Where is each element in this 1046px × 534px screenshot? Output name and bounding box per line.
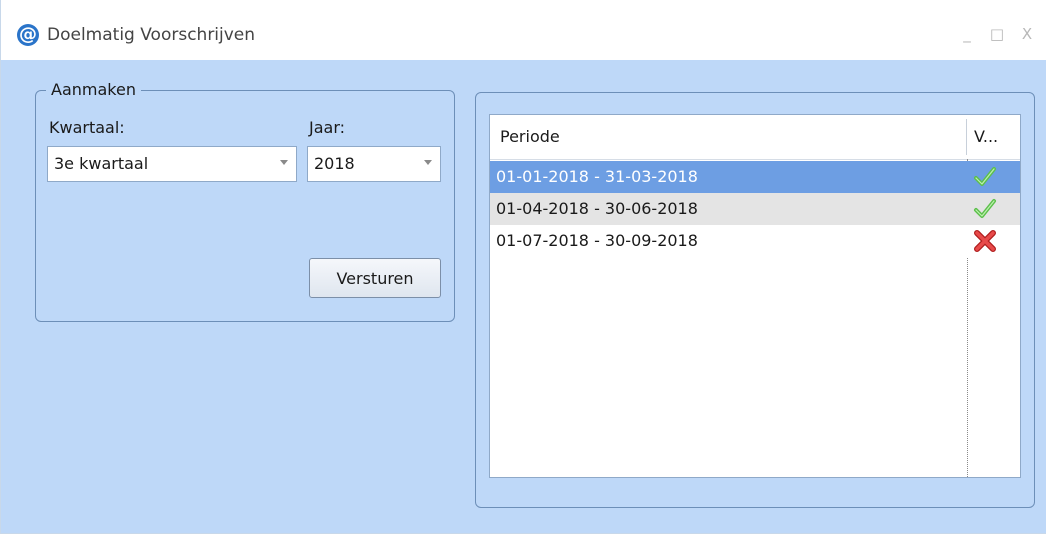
check-icon — [974, 199, 996, 218]
listview-header: Periode V... — [490, 115, 1020, 160]
chevron-down-icon[interactable] — [424, 160, 432, 165]
period-cell: 01-01-2018 - 31-03-2018 — [496, 167, 698, 186]
close-button[interactable]: X — [1015, 22, 1039, 46]
check-icon — [974, 167, 996, 186]
maximize-button[interactable]: □ — [985, 22, 1009, 46]
chevron-down-icon[interactable] — [280, 160, 288, 165]
column-separator[interactable] — [966, 119, 967, 155]
column-header-status[interactable]: V... — [974, 127, 998, 147]
cross-icon — [974, 230, 996, 252]
doelmatig-window: @ Doelmatig Voorschrijven _ □ X Aanmaken… — [0, 0, 1046, 534]
groupbox-legend: Aanmaken — [46, 79, 141, 101]
year-dropdown-value: 2018 — [314, 154, 355, 173]
period-cell: 01-07-2018 - 30-09-2018 — [496, 231, 698, 250]
window-title: Doelmatig Voorschrijven — [47, 25, 256, 45]
quarter-dropdown-value: 3e kwartaal — [54, 154, 149, 173]
quarter-dropdown[interactable]: 3e kwartaal — [47, 146, 297, 182]
year-label: Jaar: — [309, 118, 346, 137]
quarter-label: Kwartaal: — [49, 118, 125, 137]
column-header-periode[interactable]: Periode — [500, 127, 560, 147]
period-cell: 01-04-2018 - 30-06-2018 — [496, 199, 698, 218]
title-bar: @ Doelmatig Voorschrijven _ □ X — [1, 0, 1046, 60]
app-at-icon: @ — [17, 24, 39, 46]
year-dropdown[interactable]: 2018 — [307, 146, 441, 182]
minimize-button[interactable]: _ — [955, 22, 979, 46]
table-row[interactable]: 01-01-2018 - 31-03-2018 — [490, 161, 1020, 193]
table-row[interactable]: 01-07-2018 - 30-09-2018 — [490, 225, 1020, 257]
table-row[interactable]: 01-04-2018 - 30-06-2018 — [490, 193, 1020, 225]
send-button[interactable]: Versturen — [309, 258, 441, 298]
periods-listview[interactable]: Periode V... 01-01-2018 - 31-03-2018 01-… — [489, 114, 1021, 478]
